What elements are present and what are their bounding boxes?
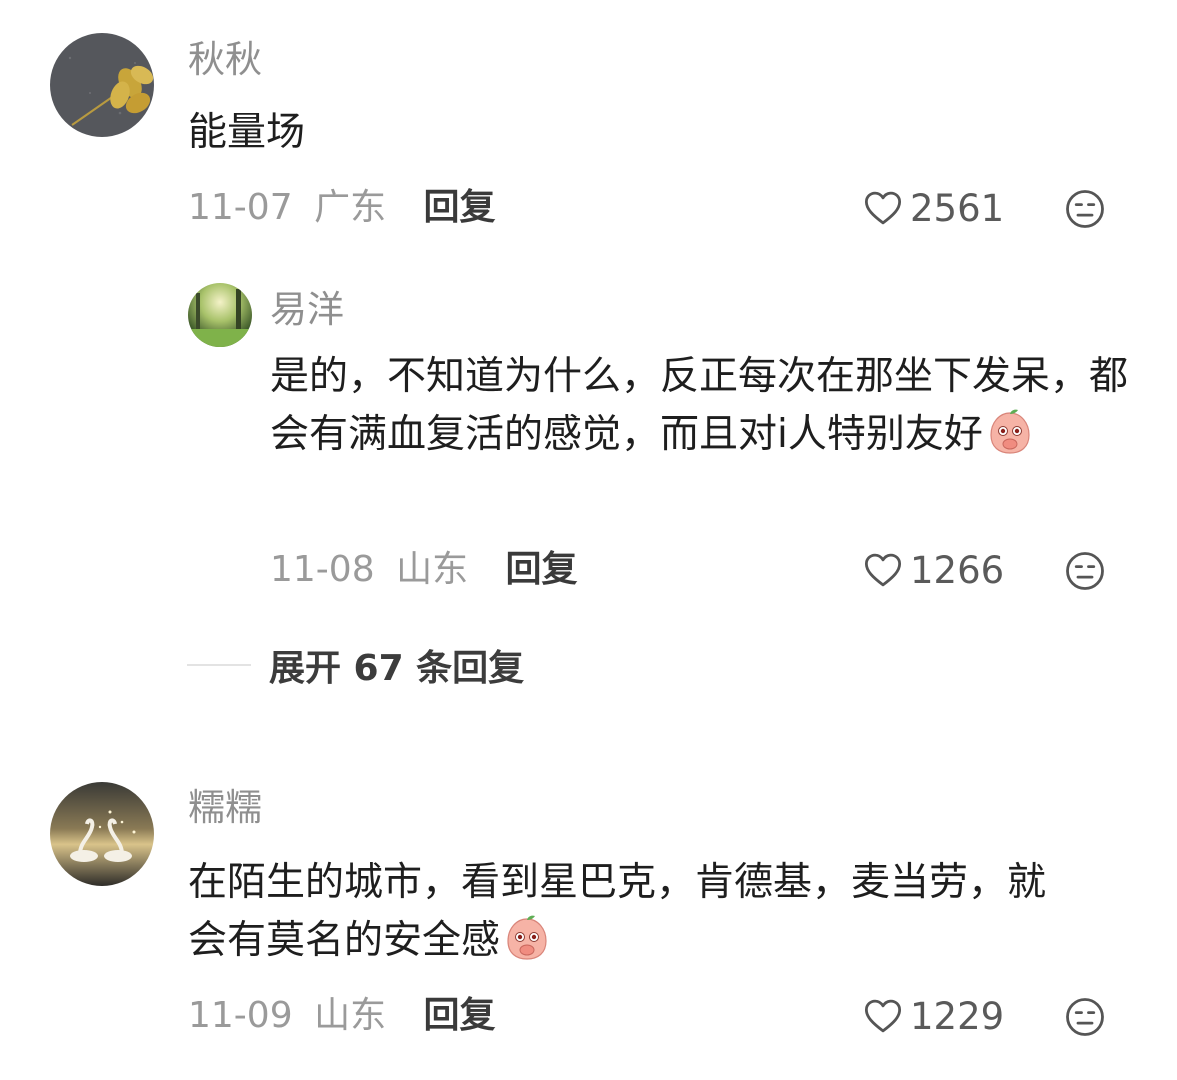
comment-meta: 11-09 山东 回复 bbox=[188, 994, 496, 1038]
leaf-on-asphalt-avatar-icon bbox=[50, 33, 154, 137]
like-button[interactable]: 1266 bbox=[862, 548, 1004, 592]
like-count: 2561 bbox=[910, 186, 1005, 230]
avatar[interactable] bbox=[188, 283, 252, 347]
heart-icon bbox=[864, 191, 902, 225]
expand-replies-label: 展开 67 条回复 bbox=[269, 648, 525, 689]
comment-item: 秋秋 能量场 11-07 广东 回复 2561 bbox=[0, 0, 1177, 250]
reply-button[interactable]: 回复 bbox=[424, 187, 496, 228]
comment-location: 广东 bbox=[314, 187, 387, 228]
dislike-face-icon[interactable] bbox=[1064, 550, 1106, 592]
comment-item: 糯糯 在陌生的城市，看到星巴克，肯德基，麦当劳，就会有莫名的安全感 11-09 … bbox=[0, 770, 1177, 1070]
avatar[interactable] bbox=[50, 782, 154, 886]
peach-shy-emoji-icon bbox=[507, 915, 547, 960]
heart-icon bbox=[864, 553, 902, 587]
expand-replies-button[interactable]: 展开 67 条回复 bbox=[187, 640, 524, 690]
comment-text: 在陌生的城市，看到星巴克，肯德基，麦当劳，就会有莫名的安全感 bbox=[188, 854, 1068, 970]
comment-text: 是的，不知道为什么，反正每次在那坐下发呆，都会有满血复活的感觉，而且对i人特别友… bbox=[270, 348, 1140, 464]
comment-text-body: 在陌生的城市，看到星巴克，肯德基，麦当劳，就会有莫名的安全感 bbox=[188, 860, 1047, 963]
dislike-face-icon[interactable] bbox=[1064, 996, 1106, 1038]
username[interactable]: 易洋 bbox=[270, 288, 344, 332]
comment-text: 能量场 bbox=[188, 110, 306, 155]
username[interactable]: 秋秋 bbox=[188, 38, 262, 82]
peach-shy-emoji-icon bbox=[990, 409, 1030, 454]
reply-button[interactable]: 回复 bbox=[506, 549, 578, 590]
heart-icon bbox=[864, 999, 902, 1033]
comment-date: 11-09 bbox=[188, 995, 293, 1036]
like-button[interactable]: 1229 bbox=[862, 994, 1004, 1038]
comment-meta: 11-08 山东 回复 bbox=[270, 548, 578, 592]
like-count: 1229 bbox=[910, 994, 1005, 1038]
reply-button[interactable]: 回复 bbox=[424, 995, 496, 1036]
username[interactable]: 糯糯 bbox=[188, 786, 262, 830]
like-count: 1266 bbox=[910, 548, 1005, 592]
like-button[interactable]: 2561 bbox=[862, 186, 1004, 230]
divider bbox=[187, 664, 251, 666]
comment-date: 11-08 bbox=[270, 549, 375, 590]
comment-meta: 11-07 广东 回复 bbox=[188, 186, 496, 230]
reply-item: 易洋 是的，不知道为什么，反正每次在那坐下发呆，都会有满血复活的感觉，而且对i人… bbox=[0, 270, 1177, 610]
dislike-face-icon[interactable] bbox=[1064, 188, 1106, 230]
avatar[interactable] bbox=[50, 33, 154, 137]
forest-sunlight-avatar-icon bbox=[188, 283, 252, 347]
comment-location: 山东 bbox=[314, 995, 387, 1036]
comment-date: 11-07 bbox=[188, 187, 293, 228]
comment-location: 山东 bbox=[396, 549, 469, 590]
swans-lake-avatar-icon bbox=[50, 782, 154, 886]
